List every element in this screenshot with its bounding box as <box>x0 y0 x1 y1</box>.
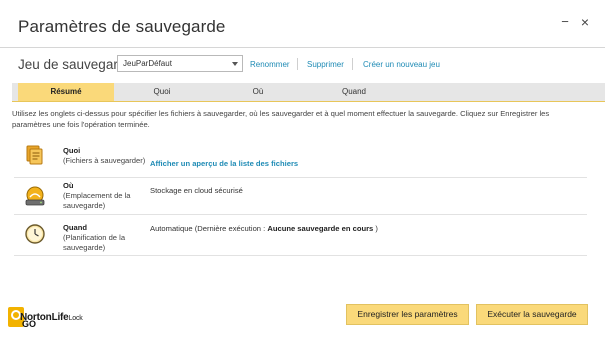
delete-link[interactable]: Supprimer <box>307 60 344 69</box>
backup-set-dropdown[interactable]: JeuParDéfaut <box>117 55 243 72</box>
title-bar: Paramètres de sauvegarde − × <box>0 0 605 48</box>
tab-bar: Résumé Quoi Où Quand <box>12 83 605 101</box>
minimize-button[interactable]: − <box>556 13 574 31</box>
rename-link[interactable]: Renommer <box>250 60 290 69</box>
window-title: Paramètres de sauvegarde <box>18 17 226 36</box>
row-when-last-run-status: Aucune sauvegarde en cours <box>267 224 374 233</box>
instructions-text: Utilisez les onglets ci-dessus pour spéc… <box>12 109 550 129</box>
row-where-subtitle: (Emplacement de la sauvegarde) <box>63 191 131 210</box>
create-new-set-link[interactable]: Créer un nouveau jeu <box>363 60 440 69</box>
norton-logo: NortonLifeLock GO <box>8 307 98 329</box>
close-button[interactable]: × <box>576 13 594 31</box>
row-when-value-suffix: ) <box>373 224 378 233</box>
row-where-title: Où <box>63 181 74 190</box>
row-what-title: Quoi <box>63 146 81 155</box>
preview-file-list-link[interactable]: Afficher un aperçu de la liste des fichi… <box>150 159 298 168</box>
row-when-title: Quand <box>63 223 88 232</box>
backup-settings-window: Paramètres de sauvegarde − × Jeu de sauv… <box>0 0 605 340</box>
tab-underline <box>12 101 605 102</box>
logo-suffix-text: Lock <box>68 315 83 322</box>
tab-where[interactable]: Où <box>210 83 306 101</box>
save-settings-button[interactable]: Enregistrer les paramètres <box>346 304 469 325</box>
row-what-subtitle: (Fichiers à sauvegarder) <box>63 156 146 165</box>
link-separator <box>352 58 353 70</box>
logo-overlay-text: GO <box>22 319 37 329</box>
summary-row-what: Quoi (Fichiers à sauvegarder) Afficher u… <box>14 138 587 178</box>
row-where-value: Stockage en cloud sécurisé <box>150 186 243 195</box>
backup-set-selected-value: JeuParDéfaut <box>123 59 172 68</box>
run-backup-button[interactable]: Exécuter la sauvegarde <box>476 304 588 325</box>
link-separator <box>297 58 298 70</box>
tab-when[interactable]: Quand <box>306 83 402 101</box>
tab-what[interactable]: Quoi <box>114 83 210 101</box>
row-when-value: Automatique (Dernière exécution : Aucune… <box>150 224 378 233</box>
files-icon <box>26 145 43 165</box>
cloud-storage-icon <box>25 186 45 206</box>
row-when-value-prefix: Automatique (Dernière exécution : <box>150 224 268 233</box>
row-when-subtitle: (Planification de la sauvegarde) <box>63 233 126 252</box>
summary-row-where: Où (Emplacement de la sauvegarde) Stocka… <box>14 178 587 215</box>
chevron-down-icon <box>232 62 238 66</box>
tab-summary[interactable]: Résumé <box>18 83 114 101</box>
clock-icon <box>25 224 45 244</box>
backup-set-label: Jeu de sauvegarde <box>18 57 133 72</box>
summary-row-when: Quand (Planification de la sauvegarde) A… <box>14 215 587 256</box>
backup-set-row: Jeu de sauvegarde JeuParDéfaut Renommer … <box>0 48 605 82</box>
